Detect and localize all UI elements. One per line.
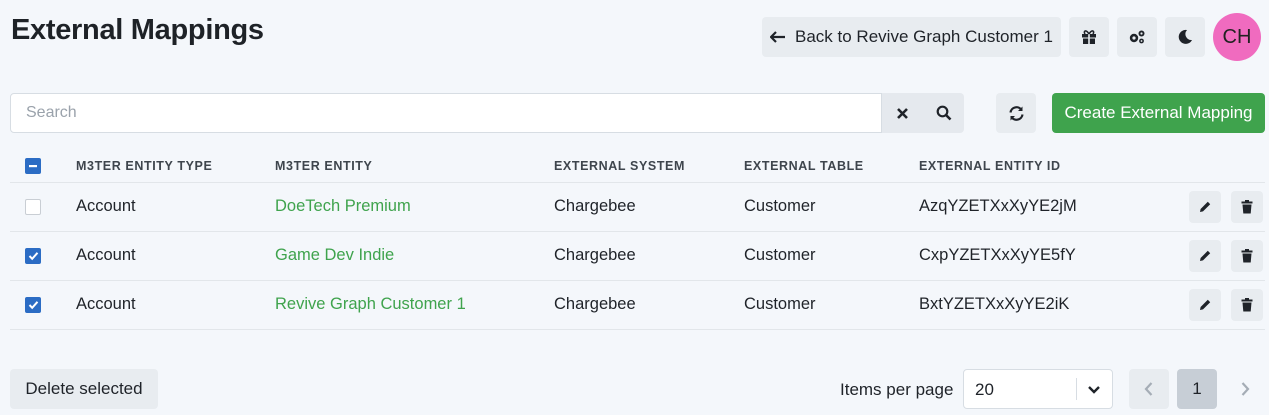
external-id-cell: BxtYZETXxXyYE2iK — [919, 280, 1174, 330]
trash-icon — [1241, 297, 1253, 311]
external-table-cell: Customer — [744, 182, 919, 232]
create-external-mapping-button[interactable]: Create External Mapping — [1052, 93, 1265, 133]
external-system-cell: Chargebee — [554, 182, 744, 232]
check-icon — [28, 300, 38, 309]
search-button[interactable] — [923, 93, 964, 133]
column-header-entity[interactable]: M3TER ENTITY — [275, 150, 554, 183]
trash-icon — [1241, 199, 1253, 213]
external-system-cell: Chargebee — [554, 280, 744, 330]
column-header-actions — [1174, 150, 1265, 183]
entity-type-cell: Account — [76, 182, 275, 232]
entity-link[interactable]: DoeTech Premium — [275, 197, 411, 215]
arrow-left-icon — [770, 31, 786, 43]
search-row: Create External Mapping — [10, 93, 1265, 133]
edit-button[interactable] — [1189, 239, 1222, 272]
external-table-cell: Customer — [744, 280, 919, 330]
chevron-left-icon — [1144, 382, 1153, 396]
column-header-external-table[interactable]: EXTERNAL TABLE — [744, 150, 919, 183]
row-checkbox[interactable] — [25, 198, 41, 215]
column-header-entity-type[interactable]: M3TER ENTITY TYPE — [76, 150, 275, 183]
entity-link[interactable]: Revive Graph Customer 1 — [275, 295, 466, 313]
external-id-cell: AzqYZETXxXyYE2jM — [919, 182, 1174, 232]
delete-button[interactable] — [1231, 190, 1263, 223]
theme-toggle-button[interactable] — [1165, 17, 1205, 57]
external-id-cell: CxpYZETXxXyYE5fY — [919, 231, 1174, 281]
entity-link[interactable]: Game Dev Indie — [275, 246, 394, 264]
table-header-row: M3TER ENTITY TYPE M3TER ENTITY EXTERNAL … — [10, 150, 1265, 183]
chevron-right-icon — [1241, 382, 1250, 396]
refresh-button[interactable] — [996, 93, 1036, 133]
trash-icon — [1241, 248, 1253, 262]
delete-button[interactable] — [1231, 239, 1263, 272]
back-button[interactable]: Back to Revive Graph Customer 1 — [762, 17, 1061, 57]
column-header-external-entity-id[interactable]: EXTERNAL ENTITY ID — [919, 150, 1174, 183]
table-row: Account DoeTech Premium Chargebee Custom… — [10, 182, 1265, 232]
select-all-checkbox[interactable] — [25, 157, 41, 174]
refresh-icon — [1008, 105, 1024, 121]
pencil-icon — [1200, 250, 1211, 261]
back-button-label: Back to Revive Graph Customer 1 — [795, 27, 1053, 46]
page-number-button[interactable]: 1 — [1177, 369, 1217, 409]
items-per-page-select[interactable]: 20 — [963, 369, 1113, 409]
previous-page-button[interactable] — [1129, 369, 1169, 409]
edit-button[interactable] — [1189, 288, 1222, 321]
row-checkbox[interactable] — [25, 247, 41, 264]
cogs-icon — [1129, 30, 1145, 44]
page-title: External Mappings — [11, 14, 264, 46]
moon-icon — [1178, 29, 1192, 44]
close-icon — [897, 107, 908, 119]
row-checkbox[interactable] — [25, 296, 41, 313]
settings-button[interactable] — [1117, 17, 1157, 57]
select-divider — [1076, 378, 1077, 400]
external-table-cell: Customer — [744, 231, 919, 281]
delete-button[interactable] — [1231, 288, 1263, 321]
column-header-external-system[interactable]: EXTERNAL SYSTEM — [554, 150, 744, 183]
items-per-page-value: 20 — [975, 380, 994, 399]
avatar[interactable]: CH — [1213, 13, 1261, 61]
table-row: Account Game Dev Indie Chargebee Custome… — [10, 231, 1265, 281]
items-per-page-label: Items per page — [840, 380, 954, 399]
pencil-icon — [1200, 201, 1211, 212]
search-input[interactable] — [10, 93, 882, 133]
mappings-table: M3TER ENTITY TYPE M3TER ENTITY EXTERNAL … — [10, 150, 1265, 330]
gift-button[interactable] — [1069, 17, 1109, 57]
clear-search-button[interactable] — [882, 93, 923, 133]
entity-type-cell: Account — [76, 280, 275, 330]
entity-type-cell: Account — [76, 231, 275, 281]
top-bar: Back to Revive Graph Customer 1 CH — [762, 13, 1261, 61]
pencil-icon — [1200, 299, 1211, 310]
table-row: Account Revive Graph Customer 1 Chargebe… — [10, 280, 1265, 330]
chevron-down-icon — [1088, 386, 1100, 394]
search-icon — [936, 105, 951, 121]
edit-button[interactable] — [1189, 190, 1222, 223]
next-page-button[interactable] — [1225, 369, 1265, 409]
external-system-cell: Chargebee — [554, 231, 744, 281]
check-icon — [28, 251, 38, 260]
delete-selected-button[interactable]: Delete selected — [10, 369, 158, 409]
header-checkbox-cell — [10, 150, 76, 183]
minus-icon — [29, 164, 37, 167]
gift-icon — [1082, 30, 1096, 44]
